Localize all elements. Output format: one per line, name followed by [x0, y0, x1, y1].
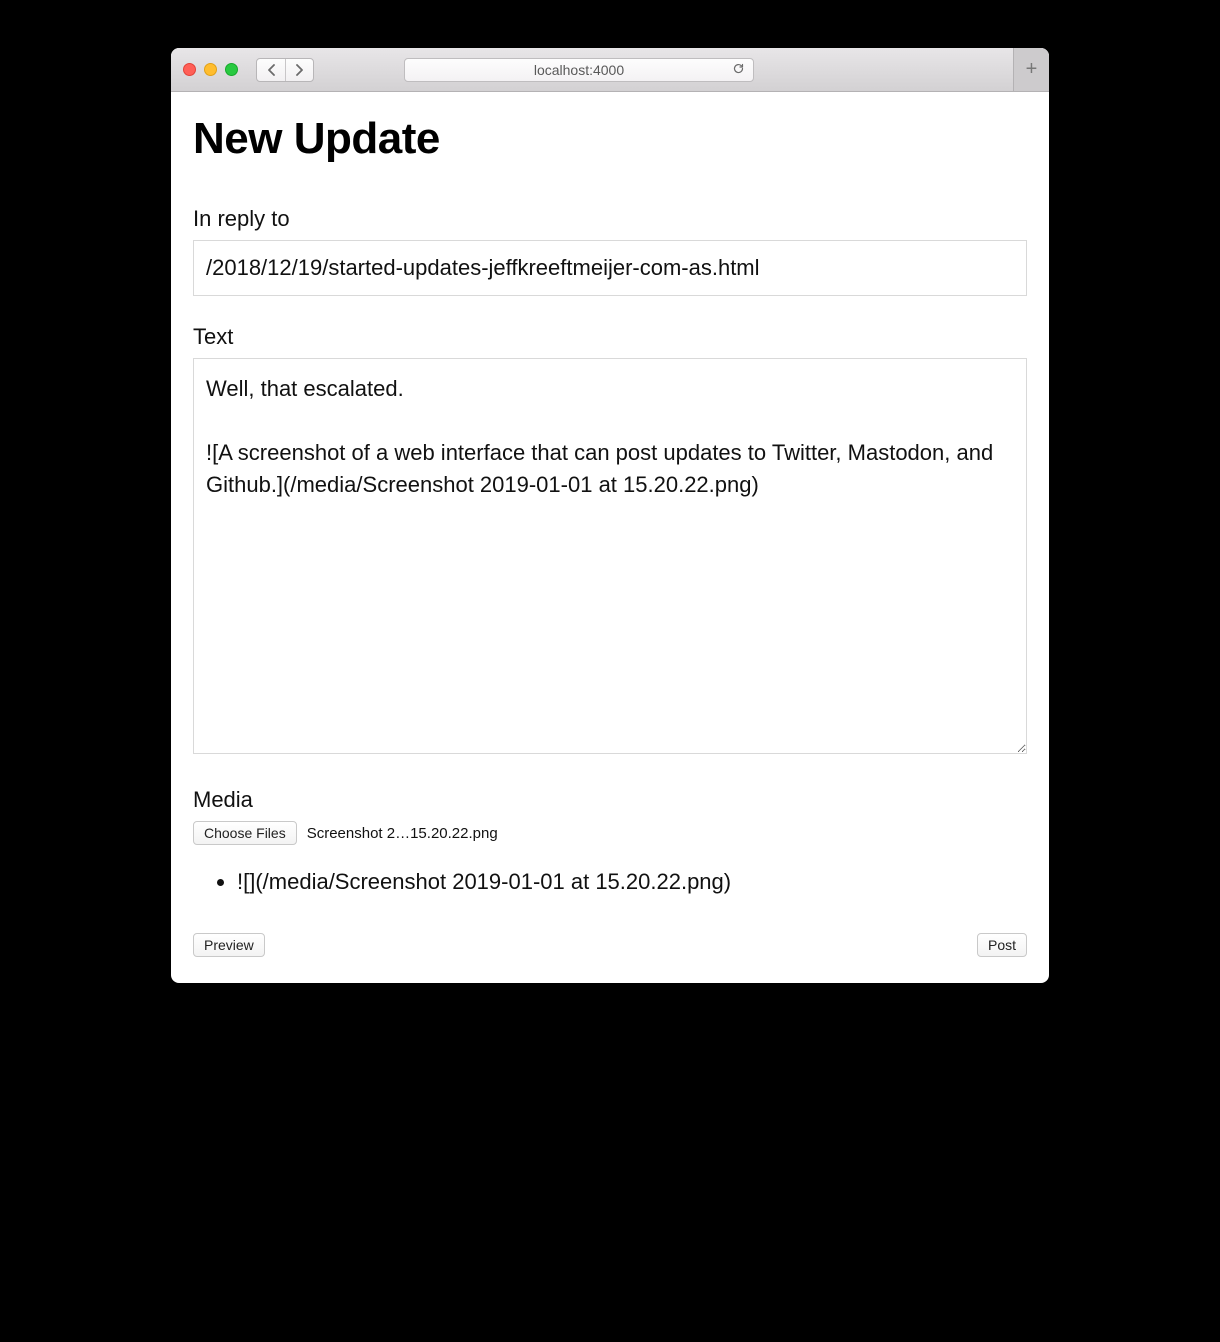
refresh-icon[interactable]: [732, 62, 745, 78]
new-tab-button[interactable]: +: [1013, 48, 1049, 91]
maximize-window-button[interactable]: [225, 63, 238, 76]
media-section: Media Choose Files Screenshot 2…15.20.22…: [193, 787, 1027, 895]
choose-files-button[interactable]: Choose Files: [193, 821, 297, 845]
titlebar: localhost:4000 +: [171, 48, 1049, 92]
reply-field-block: In reply to: [193, 206, 1027, 296]
address-bar[interactable]: localhost:4000: [404, 58, 754, 82]
media-label: Media: [193, 787, 1027, 813]
minimize-window-button[interactable]: [204, 63, 217, 76]
media-list: ![](/media/Screenshot 2019-01-01 at 15.2…: [193, 869, 1027, 895]
page-content: New Update In reply to Text Media Choose…: [171, 92, 1049, 983]
browser-window: localhost:4000 + New Update In reply to …: [171, 48, 1049, 983]
plus-icon: +: [1026, 58, 1038, 81]
file-row: Choose Files Screenshot 2…15.20.22.png: [193, 821, 1027, 845]
chosen-file-name: Screenshot 2…15.20.22.png: [307, 825, 498, 842]
chevron-right-icon: [295, 64, 304, 76]
forward-button[interactable]: [285, 59, 313, 81]
preview-button[interactable]: Preview: [193, 933, 265, 957]
post-button[interactable]: Post: [977, 933, 1027, 957]
address-text: localhost:4000: [534, 62, 624, 78]
reply-input[interactable]: [193, 240, 1027, 296]
reply-label: In reply to: [193, 206, 1027, 232]
footer-row: Preview Post: [193, 933, 1027, 957]
close-window-button[interactable]: [183, 63, 196, 76]
traffic-lights: [183, 63, 238, 76]
list-item: ![](/media/Screenshot 2019-01-01 at 15.2…: [237, 869, 1027, 895]
page-title: New Update: [193, 114, 1027, 164]
back-button[interactable]: [257, 59, 285, 81]
text-textarea[interactable]: [193, 358, 1027, 754]
text-label: Text: [193, 324, 1027, 350]
text-field-block: Text: [193, 324, 1027, 759]
nav-buttons: [256, 58, 314, 82]
chevron-left-icon: [267, 64, 276, 76]
